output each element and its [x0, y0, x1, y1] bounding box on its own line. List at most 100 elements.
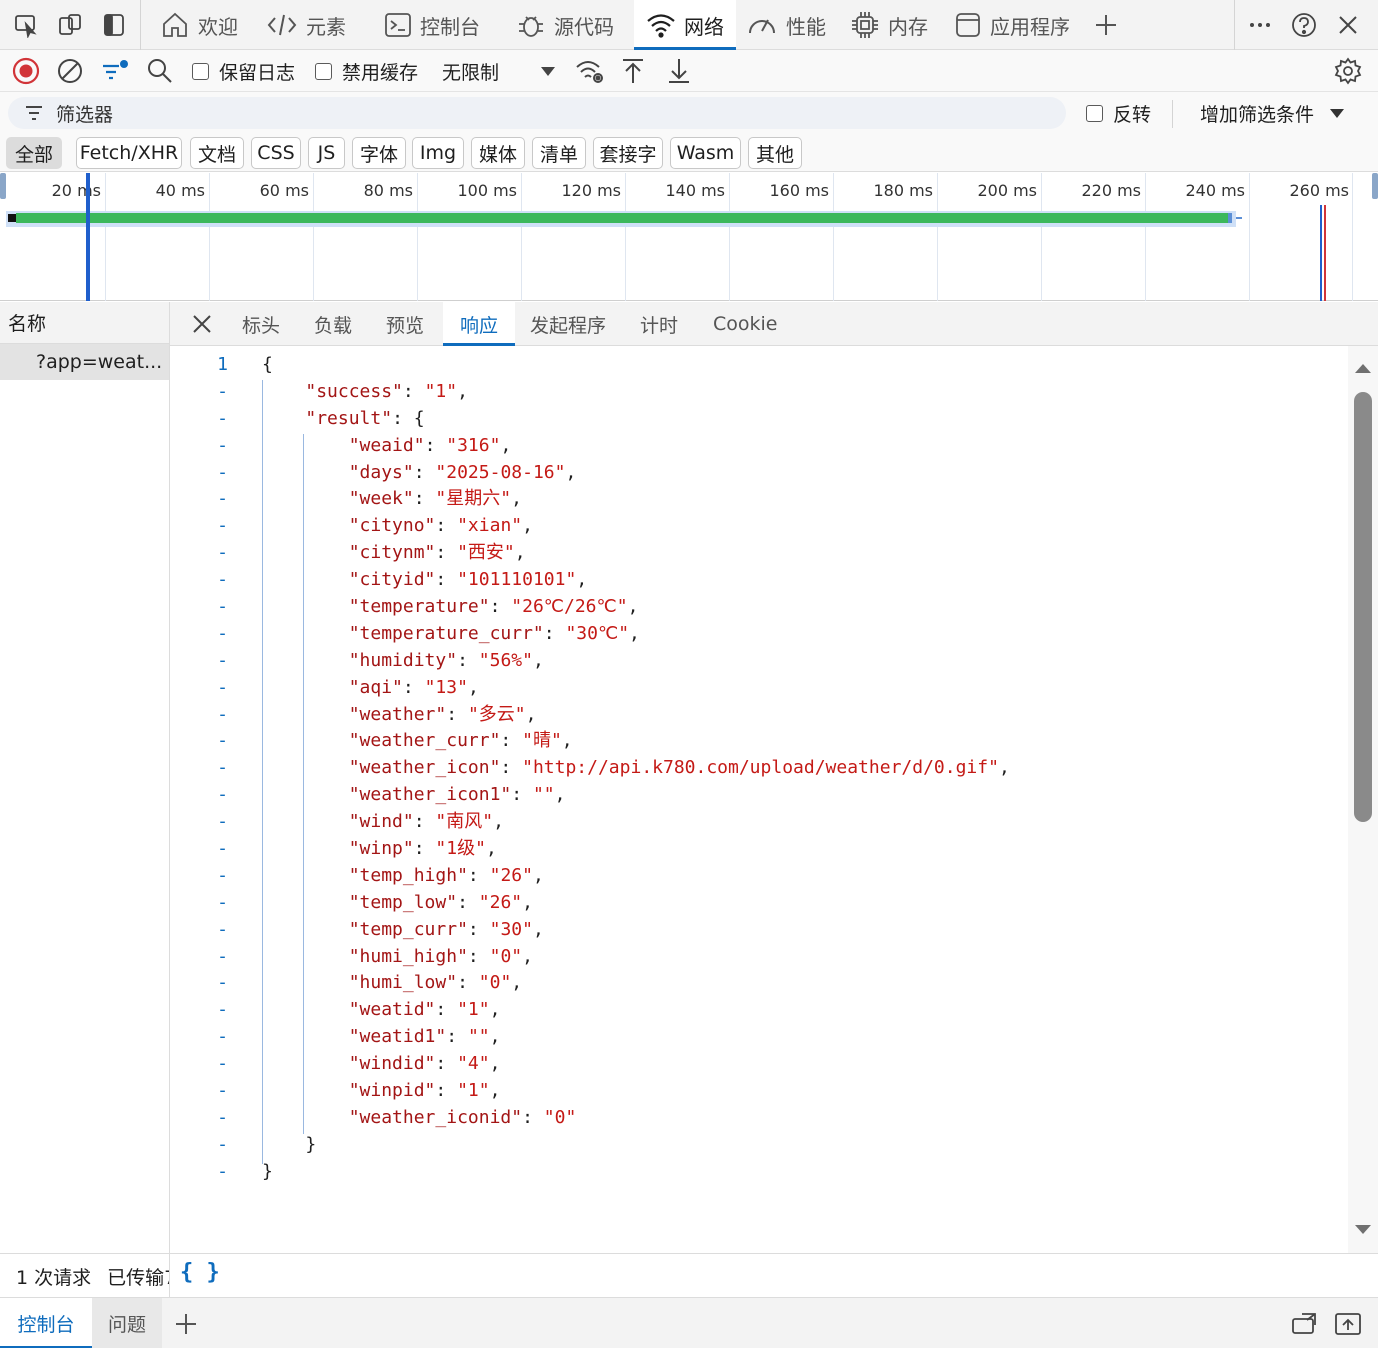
- invert-checkbox[interactable]: 反转: [1086, 92, 1151, 134]
- search-icon: [148, 59, 172, 83]
- tab-cookies[interactable]: Cookie: [713, 302, 778, 346]
- line-number: -: [217, 757, 228, 779]
- tab-elements[interactable]: 元素: [266, 0, 366, 50]
- device-emulation-icon[interactable]: [54, 9, 86, 41]
- network-overview[interactable]: 20 ms 40 ms 60 ms 80 ms 100 ms 120 ms 14…: [0, 173, 1378, 301]
- network-status-bar: 1 次请求 已传输7 { }: [0, 1253, 1378, 1298]
- chip-doc[interactable]: 文档: [190, 137, 244, 169]
- network-conditions-button[interactable]: [574, 50, 606, 92]
- network-settings-button[interactable]: [1334, 50, 1362, 92]
- undock-drawer-button[interactable]: [1290, 1298, 1318, 1348]
- code-line: "citynm": "西安",: [348, 542, 526, 564]
- request-name: ?app=weat...: [36, 351, 163, 373]
- inspect-element-icon[interactable]: [10, 9, 42, 41]
- chip-wasm[interactable]: Wasm: [670, 137, 741, 169]
- code-line: "cityno": "xian",: [348, 515, 533, 537]
- tab-performance[interactable]: 性能: [746, 0, 836, 50]
- tab-initiator[interactable]: 发起程序: [530, 302, 606, 346]
- clear-icon: [58, 59, 82, 83]
- scroll-up-icon[interactable]: [1354, 362, 1372, 374]
- tab-application[interactable]: 应用程序: [954, 0, 1082, 50]
- drawer-tab-issues[interactable]: 问题: [92, 1298, 162, 1348]
- throttling-select[interactable]: 无限制: [442, 50, 557, 92]
- scroll-down-icon[interactable]: [1354, 1224, 1372, 1236]
- line-number: -: [217, 1053, 228, 1075]
- chip-socket[interactable]: 套接字: [593, 137, 663, 169]
- line-number: -: [217, 596, 228, 618]
- chevron-down-icon: [1330, 109, 1345, 118]
- chip-other[interactable]: 其他: [748, 137, 802, 169]
- import-har-button[interactable]: [620, 50, 646, 92]
- chip-media[interactable]: 媒体: [471, 137, 525, 169]
- tab-label: 应用程序: [990, 14, 1070, 39]
- tab-response[interactable]: 响应: [443, 302, 515, 346]
- checkbox[interactable]: [1086, 104, 1103, 122]
- add-drawer-tab-button[interactable]: [174, 1298, 198, 1348]
- chip-js[interactable]: JS: [308, 137, 345, 169]
- close-detail-button[interactable]: [186, 302, 218, 346]
- drawer-tab-console[interactable]: 控制台: [0, 1298, 92, 1348]
- chip-img[interactable]: Img: [412, 137, 464, 169]
- close-icon: [193, 315, 211, 333]
- code-line: "temperature": "26℃/26℃",: [348, 596, 639, 618]
- tab-payload[interactable]: 负载: [314, 302, 352, 346]
- plus-icon: [176, 1313, 196, 1334]
- line-number: 1: [217, 354, 228, 375]
- upload-icon: [623, 59, 643, 83]
- search-button[interactable]: [146, 50, 174, 92]
- chip-css[interactable]: CSS: [251, 137, 301, 169]
- export-har-button[interactable]: [666, 50, 692, 92]
- line-number: -: [217, 784, 228, 806]
- tab-memory[interactable]: 内存: [850, 0, 940, 50]
- chip-manifest[interactable]: 清单: [532, 137, 586, 169]
- tick-label: 120 ms: [561, 181, 621, 200]
- more-filters-dropdown[interactable]: 增加筛选条件: [1200, 92, 1346, 134]
- add-tool-icon[interactable]: [1090, 9, 1122, 41]
- transferred-size: 已传输7: [107, 1266, 170, 1289]
- close-drawer-button[interactable]: [1334, 1298, 1362, 1348]
- pretty-print-button[interactable]: { }: [180, 1260, 220, 1285]
- code-line: "result": {: [305, 407, 425, 429]
- tab-label: 欢迎: [198, 14, 238, 39]
- chip-fetch-xhr[interactable]: Fetch/XHR: [76, 137, 182, 169]
- scrollbar-thumb[interactable]: [1354, 392, 1372, 822]
- code-line: "weatid": "1",: [348, 999, 501, 1021]
- chip-all[interactable]: 全部: [6, 137, 62, 169]
- record-button[interactable]: [12, 50, 40, 92]
- disable-cache-checkbox[interactable]: 禁用缓存: [315, 50, 418, 92]
- dock-icon: [1292, 1312, 1316, 1334]
- response-code-viewer[interactable]: 1 - - - - - - - - - - - - - - - - - - - - - - - - - - - - - - { "succe…: [170, 346, 1348, 1253]
- filter-lines-icon: [26, 106, 42, 120]
- chip-font[interactable]: 字体: [352, 137, 406, 169]
- preserve-log-checkbox[interactable]: 保留日志: [192, 50, 295, 92]
- request-row[interactable]: ?app=weat...: [0, 344, 169, 380]
- checkbox[interactable]: [315, 62, 332, 80]
- tab-preview[interactable]: 预览: [386, 302, 424, 346]
- record-icon: [12, 57, 40, 85]
- line-number: -: [217, 838, 228, 860]
- tab-timing[interactable]: 计时: [640, 302, 678, 346]
- help-icon[interactable]: [1288, 9, 1320, 41]
- close-devtools-icon[interactable]: [1332, 9, 1364, 41]
- overview-left-handle[interactable]: [0, 173, 6, 199]
- overview-right-handle[interactable]: [1372, 173, 1378, 199]
- filter-input[interactable]: 筛选器: [8, 97, 1066, 129]
- toggle-drawer-icon[interactable]: [98, 9, 130, 41]
- tab-sources[interactable]: 源代码: [516, 0, 632, 50]
- tick-label: 60 ms: [259, 181, 309, 200]
- tab-welcome[interactable]: 欢迎: [158, 0, 250, 50]
- more-options-icon[interactable]: [1244, 9, 1276, 41]
- tab-headers[interactable]: 标头: [242, 302, 280, 346]
- load-event-line: [1324, 205, 1326, 301]
- tab-network[interactable]: 网络: [634, 0, 736, 50]
- tab-console[interactable]: 控制台: [384, 0, 500, 50]
- line-number: -: [217, 811, 228, 833]
- filter-toggle-button[interactable]: [100, 50, 130, 92]
- vertical-scrollbar[interactable]: [1348, 346, 1378, 1253]
- line-number: -: [217, 1080, 228, 1102]
- name-column-header[interactable]: 名称: [0, 302, 169, 344]
- gear-icon: [1334, 57, 1362, 85]
- code-line: "temperature_curr": "30℃",: [348, 622, 640, 644]
- checkbox[interactable]: [192, 62, 209, 80]
- clear-button[interactable]: [56, 50, 84, 92]
